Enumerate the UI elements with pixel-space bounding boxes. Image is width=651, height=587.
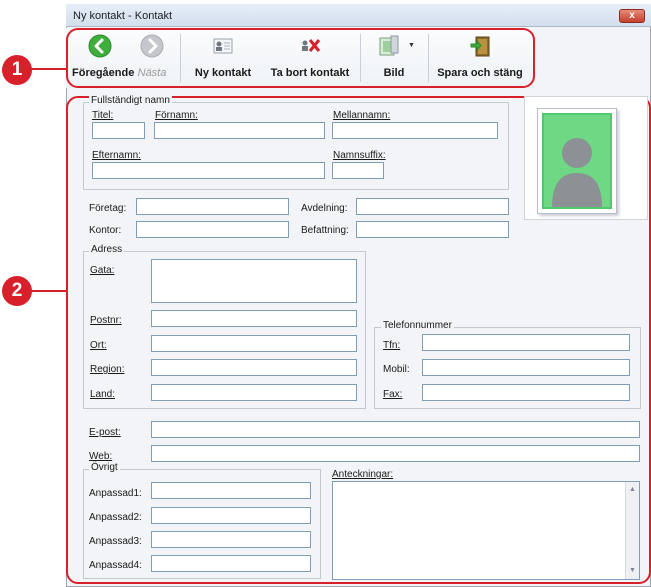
postal-code-label: Postnr: [90,315,122,326]
full-name-group-title: Fullständigt namn [89,95,172,106]
phone-label: Tfn: [383,340,401,351]
email-field[interactable] [151,421,640,438]
last-name-field[interactable] [92,162,325,179]
middle-name-field[interactable] [332,122,498,139]
custom3-label: Anpassad3: [89,536,142,547]
city-field[interactable] [151,335,357,352]
country-label: Land: [90,389,116,400]
email-label: E-post: [89,427,121,438]
title-field[interactable] [92,122,145,139]
street-label: Gata: [90,265,115,276]
position-field[interactable] [356,221,509,238]
region-field[interactable] [151,359,357,376]
phone-field[interactable] [422,334,630,351]
first-name-label: Förnamn: [155,110,198,121]
office-label: Kontor: [89,225,122,236]
fax-label: Fax: [383,389,403,400]
contact-picture[interactable] [537,108,617,214]
first-name-field[interactable] [154,122,325,139]
department-field[interactable] [356,198,509,215]
mobile-label: Mobil: [383,364,410,375]
postal-code-field[interactable] [151,310,357,327]
fax-field[interactable] [422,384,630,401]
position-label: Befattning: [301,225,349,236]
custom1-field[interactable] [151,482,311,499]
notes-label: Anteckningar: [332,469,394,480]
custom4-label: Anpassad4: [89,560,142,571]
mobile-field[interactable] [422,359,630,376]
street-field[interactable] [151,259,357,303]
middle-name-label: Mellannamn: [333,110,391,121]
custom3-field[interactable] [151,531,311,548]
callout-toolbar-frame [66,28,535,88]
custom2-label: Anpassad2: [89,512,142,523]
scroll-up-arrow-icon[interactable]: ▲ [626,484,639,496]
person-silhouette-icon [542,113,612,209]
city-label: Ort: [90,340,107,351]
window-title: Ny kontakt - Kontakt [73,10,173,22]
close-button[interactable]: x [619,9,645,23]
custom4-field[interactable] [151,555,311,572]
notes-scrollbar[interactable]: ▲ ▼ [625,482,639,579]
region-label: Region: [90,364,125,375]
other-group-title: Övrigt [89,462,120,473]
phone-group-title: Telefonnummer [381,320,454,331]
callout-badge-1: 1 [2,55,32,85]
suffix-label: Namnsuffix: [333,150,386,161]
scroll-down-arrow-icon[interactable]: ▼ [626,565,639,577]
suffix-field[interactable] [332,162,384,179]
custom1-label: Anpassad1: [89,488,142,499]
callout-connector [30,290,68,292]
web-field[interactable] [151,445,640,462]
callout-connector [30,68,68,70]
custom2-field[interactable] [151,507,311,524]
web-label: Web: [89,451,113,462]
company-field[interactable] [136,198,289,215]
country-field[interactable] [151,384,357,401]
callout-badge-2: 2 [2,276,32,306]
address-group-title: Adress [89,244,125,255]
company-label: Företag: [89,203,127,214]
last-name-label: Efternamn: [92,150,141,161]
department-label: Avdelning: [301,203,348,214]
notes-field[interactable]: ▲ ▼ [332,481,640,580]
title-label: Titel: [92,110,114,121]
office-field[interactable] [136,221,289,238]
